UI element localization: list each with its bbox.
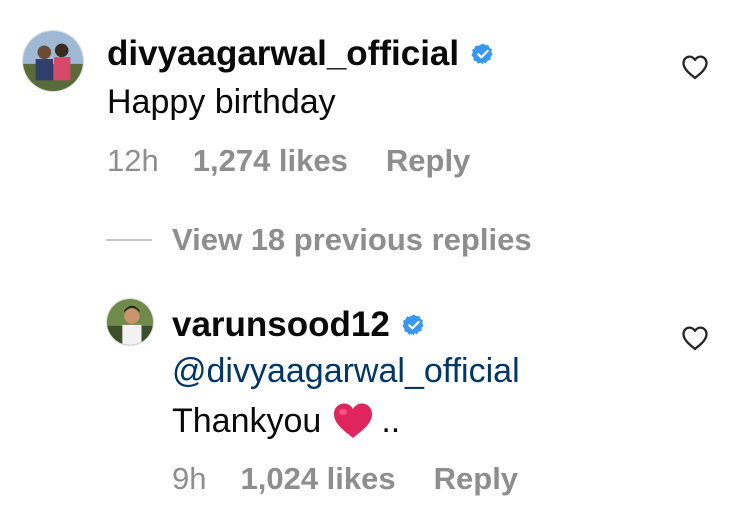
comment-reply-button[interactable]: Reply xyxy=(386,145,470,176)
view-previous-replies-button[interactable]: View 18 previous replies xyxy=(106,224,532,255)
reply-likes[interactable]: 1,024 likes xyxy=(240,463,395,494)
view-previous-replies-label[interactable]: View 18 previous replies xyxy=(172,224,532,255)
verified-badge-icon xyxy=(471,42,495,66)
comment-likes[interactable]: 1,274 likes xyxy=(193,145,348,176)
reply-trailing-text: .. xyxy=(381,402,401,440)
reply-reply-button[interactable]: Reply xyxy=(434,463,518,494)
avatar[interactable] xyxy=(22,30,84,92)
reply-meta: 9h 1,024 likes Reply xyxy=(172,463,518,494)
comment-username-text[interactable]: divyaagarwal_official xyxy=(107,36,459,71)
heart-outline-icon[interactable] xyxy=(681,325,709,351)
comment-meta: 12h 1,274 likes Reply xyxy=(107,145,470,176)
reply-text-row: Thankyou .. xyxy=(172,401,400,441)
heart-outline-icon[interactable] xyxy=(681,54,709,80)
reply-username[interactable]: varunsood12 xyxy=(172,307,426,342)
comment-time: 12h xyxy=(107,143,159,178)
verified-badge-icon xyxy=(402,313,426,337)
red-heart-emoji xyxy=(331,401,375,441)
reply-text: Thankyou xyxy=(172,402,322,440)
avatar[interactable] xyxy=(106,298,154,346)
reply-username-text[interactable]: varunsood12 xyxy=(172,307,390,342)
reply-time: 9h xyxy=(172,461,207,496)
divider-line xyxy=(106,238,152,241)
comment-username[interactable]: divyaagarwal_official xyxy=(107,36,495,71)
comment-text: Happy birthday xyxy=(107,83,336,121)
avatar-photo xyxy=(23,31,83,91)
reply-mention-link[interactable]: @divyaagarwal_official xyxy=(172,354,520,388)
avatar-photo xyxy=(107,299,153,345)
